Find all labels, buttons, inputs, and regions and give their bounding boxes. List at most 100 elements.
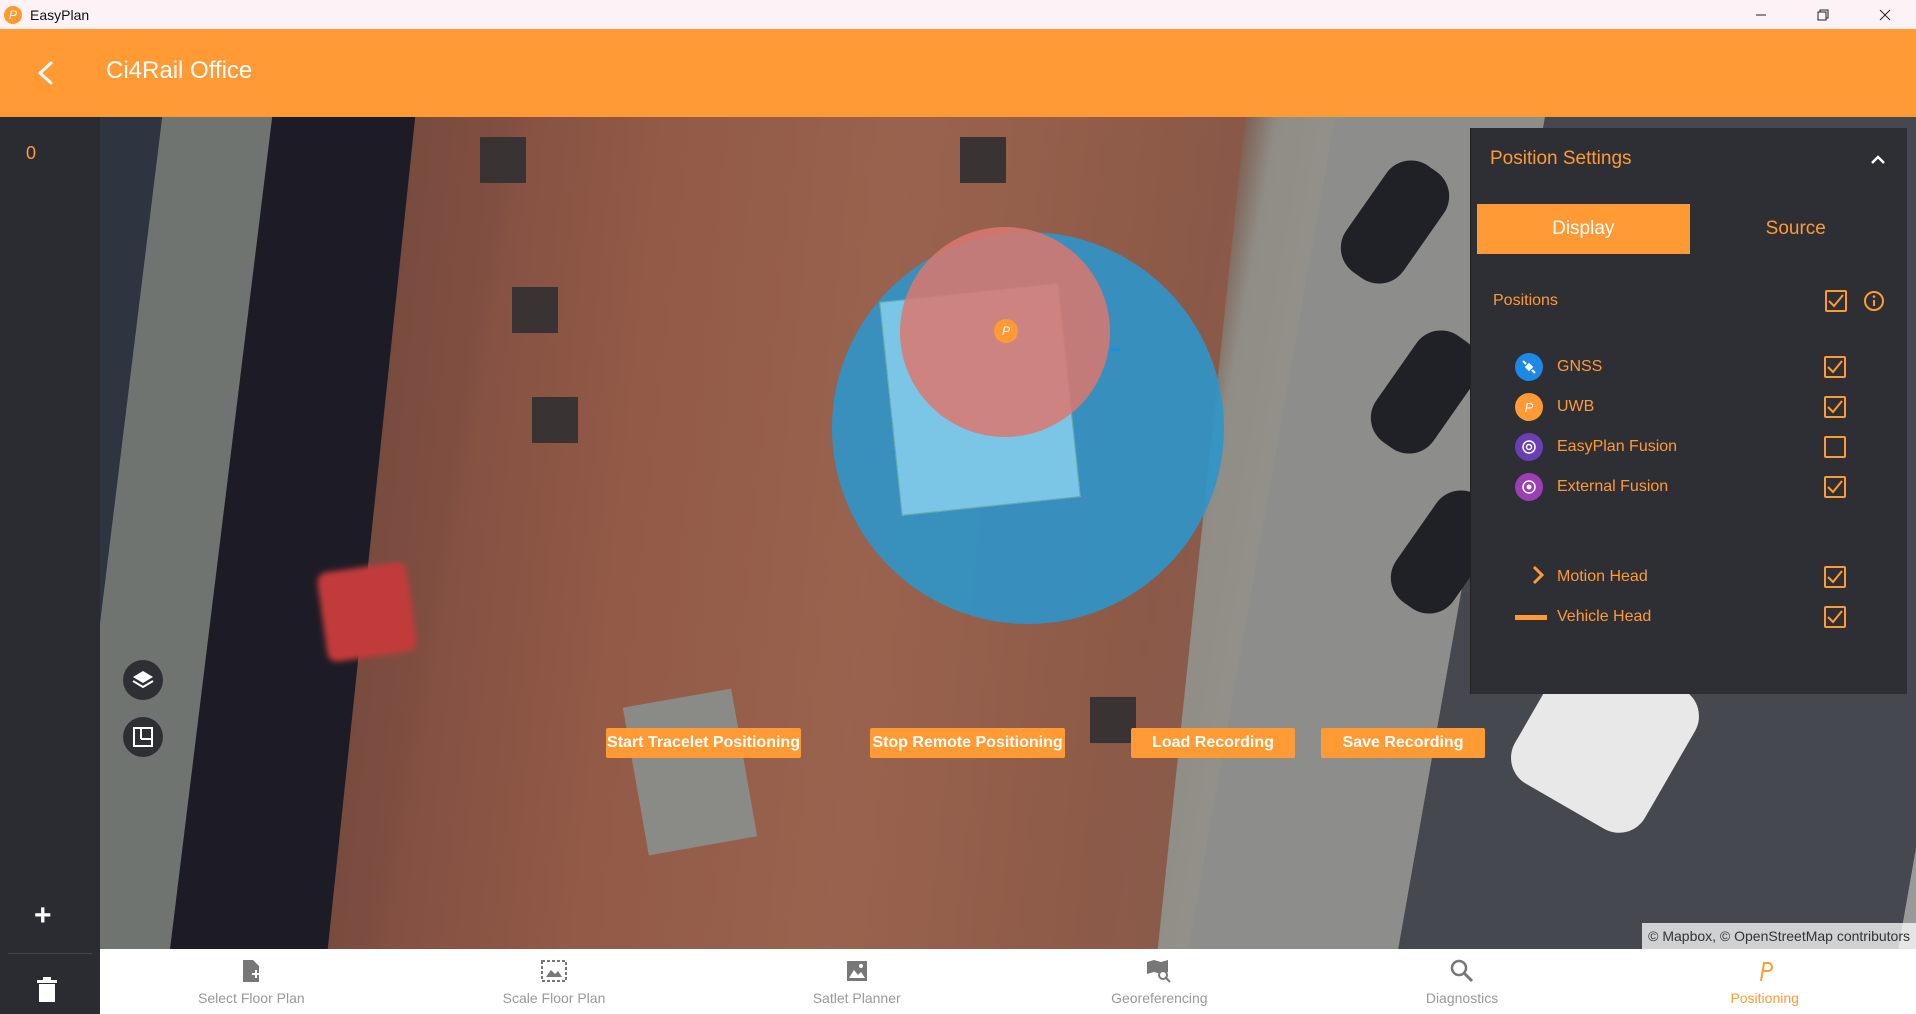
- checkmark-icon: [1827, 480, 1843, 494]
- restore-icon: [1817, 9, 1829, 20]
- map-red-object: [316, 561, 418, 663]
- panel-tabs: Display Source: [1477, 204, 1902, 254]
- nav-label: Scale Floor Plan: [502, 989, 606, 1006]
- search-icon: [1449, 958, 1475, 984]
- vehicle-head-marker: [1110, 348, 1120, 351]
- nav-satlet-planner[interactable]: Satlet Planner: [705, 949, 1008, 1014]
- nav-scale-floor-plan[interactable]: Scale Floor Plan: [403, 949, 706, 1014]
- add-button[interactable]: +: [34, 899, 52, 933]
- checkmark-icon: [1827, 570, 1843, 584]
- delete-button[interactable]: [36, 977, 64, 1011]
- restore-button[interactable]: [1792, 0, 1854, 29]
- vehicle-head-checkbox[interactable]: [1824, 606, 1846, 628]
- map-roof-window: [1090, 697, 1136, 743]
- close-button[interactable]: [1854, 0, 1916, 29]
- head-row-vehicle: Vehicle Head: [1471, 600, 1908, 634]
- info-button[interactable]: [1863, 290, 1885, 312]
- dash-icon: [1515, 614, 1547, 620]
- positions-label: Positions: [1493, 292, 1558, 309]
- minimize-icon: [1756, 14, 1766, 15]
- source-row-gnss: GNSS: [1471, 350, 1908, 384]
- floor-plan-icon: [133, 727, 153, 747]
- external-fusion-icon: [1515, 473, 1543, 501]
- nav-select-floor-plan[interactable]: Select Floor Plan: [100, 949, 403, 1014]
- positions-row: Positions: [1471, 284, 1908, 318]
- map-roof-window: [512, 287, 558, 333]
- checkmark-icon: [1827, 360, 1843, 374]
- load-recording-button[interactable]: Load Recording: [1131, 728, 1295, 758]
- head-label: Vehicle Head: [1557, 608, 1652, 625]
- file-add-icon: [238, 958, 264, 984]
- page-title: Ci4Rail Office: [106, 57, 253, 84]
- info-icon: [1864, 291, 1884, 311]
- nav-georeferencing[interactable]: Georeferencing: [1008, 949, 1311, 1014]
- head-row-motion: Motion Head: [1471, 560, 1908, 594]
- source-row-uwb: P UWB: [1471, 390, 1908, 424]
- close-icon: [1879, 9, 1891, 20]
- chevron-up-icon: [1871, 155, 1885, 164]
- gnss-checkbox[interactable]: [1824, 356, 1846, 378]
- map-roof-window: [532, 397, 578, 443]
- nav-diagnostics[interactable]: Diagnostics: [1311, 949, 1614, 1014]
- back-button[interactable]: [28, 55, 64, 91]
- map-search-icon: [1146, 958, 1172, 984]
- easyplan-fusion-checkbox[interactable]: [1824, 436, 1846, 458]
- save-recording-button[interactable]: Save Recording: [1321, 728, 1485, 758]
- source-label: UWB: [1557, 398, 1595, 415]
- checkmark-icon: [1827, 400, 1843, 414]
- uwb-icon: P: [1515, 393, 1543, 421]
- head-label: Motion Head: [1557, 568, 1648, 585]
- app-window: P EasyPlan Ci4Rail Office 0 + P Start Tr…: [0, 0, 1916, 1014]
- checkmark-icon: [1827, 610, 1843, 624]
- collapse-button[interactable]: [1868, 150, 1888, 170]
- nav-label: Satlet Planner: [812, 989, 901, 1006]
- layers-icon: [132, 671, 154, 689]
- title-bar: P EasyPlan: [0, 0, 1916, 29]
- chevron-right-icon: [1531, 565, 1545, 590]
- scale-image-icon: [541, 958, 567, 984]
- start-tracelet-positioning-button[interactable]: Start Tracelet Positioning: [606, 728, 801, 758]
- source-label: External Fusion: [1557, 478, 1669, 495]
- nav-label: Georeferencing: [1111, 989, 1208, 1006]
- window-controls: [1730, 0, 1916, 29]
- source-row-external-fusion: External Fusion: [1471, 470, 1908, 504]
- panel-header[interactable]: Position Settings: [1471, 128, 1908, 194]
- trash-icon: [37, 977, 57, 1002]
- arrow-left-icon: [38, 61, 53, 85]
- source-row-easyplan-fusion: EasyPlan Fusion: [1471, 430, 1908, 464]
- tab-source[interactable]: Source: [1689, 204, 1902, 254]
- source-label: EasyPlan Fusion: [1557, 438, 1678, 455]
- uwb-position-marker[interactable]: P: [994, 319, 1018, 343]
- minimize-button[interactable]: [1730, 0, 1792, 29]
- nav-label: Select Floor Plan: [198, 989, 305, 1006]
- checkmark-icon: [1828, 294, 1844, 308]
- image-icon: [844, 958, 870, 984]
- satellite-icon: [1515, 353, 1543, 381]
- floor-plan-toggle-button[interactable]: [123, 717, 163, 757]
- tab-display[interactable]: Display: [1477, 204, 1690, 254]
- positions-checkbox[interactable]: [1825, 290, 1847, 312]
- panel-title: Position Settings: [1490, 148, 1632, 169]
- nav-label: Diagnostics: [1425, 989, 1499, 1006]
- position-settings-panel: Position Settings Display Source Positio…: [1470, 128, 1907, 694]
- positioning-icon: [1752, 958, 1778, 984]
- app-title: EasyPlan: [30, 6, 90, 23]
- left-sidebar: 0 +: [0, 117, 100, 1014]
- map-attribution[interactable]: © Mapbox, © OpenStreetMap contributors: [1642, 923, 1916, 949]
- sidebar-divider: [8, 953, 92, 954]
- app-logo-icon: P: [4, 5, 22, 24]
- fusion-icon: [1515, 433, 1543, 461]
- nav-positioning[interactable]: Positioning: [1613, 949, 1916, 1014]
- bottom-navigation: Select Floor Plan Scale Floor Plan Satle…: [100, 949, 1916, 1014]
- external-fusion-checkbox[interactable]: [1824, 476, 1846, 498]
- map-roof-window: [960, 137, 1006, 183]
- uwb-checkbox[interactable]: [1824, 396, 1846, 418]
- motion-head-checkbox[interactable]: [1824, 566, 1846, 588]
- nav-label: Positioning: [1730, 989, 1799, 1006]
- stop-remote-positioning-button[interactable]: Stop Remote Positioning: [870, 728, 1065, 758]
- map-roof-window: [480, 137, 526, 183]
- floor-count: 0: [26, 143, 37, 163]
- app-header: Ci4Rail Office: [0, 29, 1916, 117]
- source-label: GNSS: [1557, 358, 1603, 375]
- layers-button[interactable]: [123, 660, 163, 700]
